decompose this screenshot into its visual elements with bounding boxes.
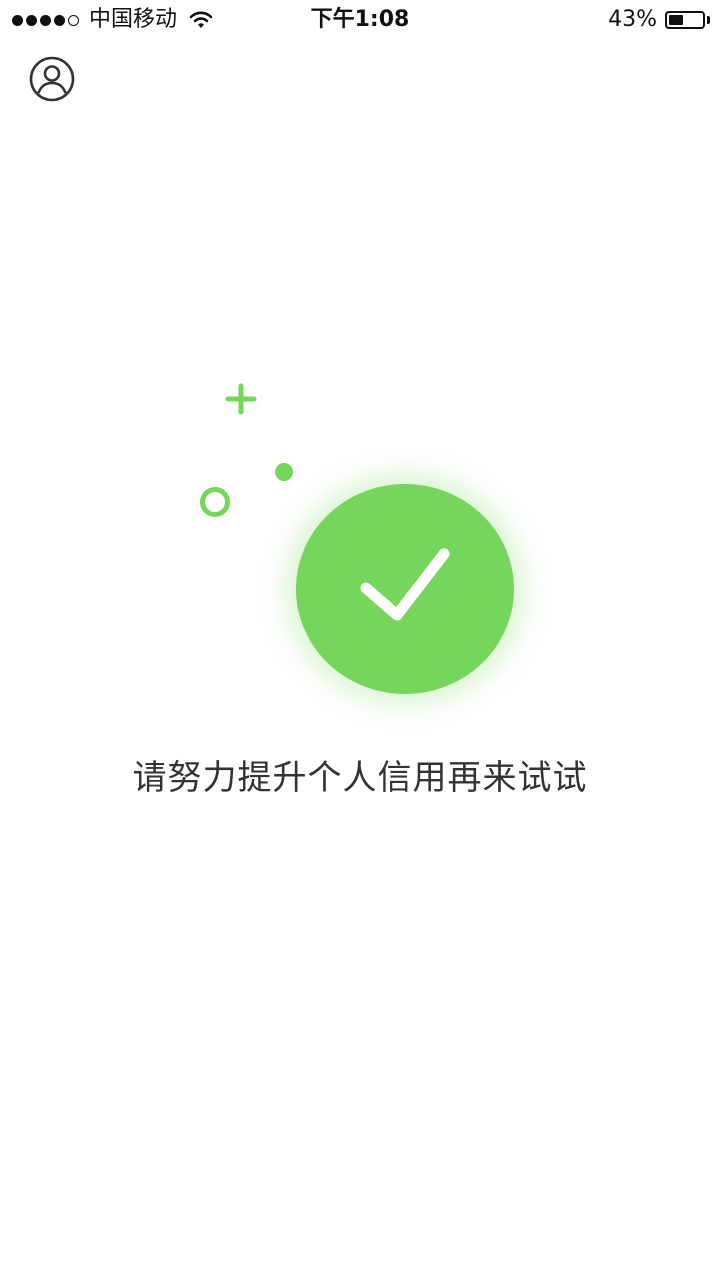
ring-sparkle-icon	[200, 487, 230, 517]
checkmark-icon	[360, 548, 450, 621]
status-right: 43%	[608, 6, 710, 34]
battery-level	[669, 15, 683, 25]
result-message: 请努力提升个人信用再来试试	[132, 758, 588, 798]
battery-cap	[707, 16, 710, 24]
status-bar: 中国移动 下午1:08 43%	[0, 0, 720, 40]
battery-percentage: 43%	[608, 7, 657, 32]
profile-button[interactable]	[29, 56, 75, 102]
battery-icon	[665, 11, 705, 29]
screen: 中国移动 下午1:08 43% 请努力提升个人信用再来试试	[0, 0, 720, 1280]
success-badge	[296, 484, 514, 694]
dot-sparkle-icon	[275, 463, 293, 481]
user-profile-icon	[29, 56, 75, 102]
plus-sparkle-icon	[225, 383, 257, 415]
